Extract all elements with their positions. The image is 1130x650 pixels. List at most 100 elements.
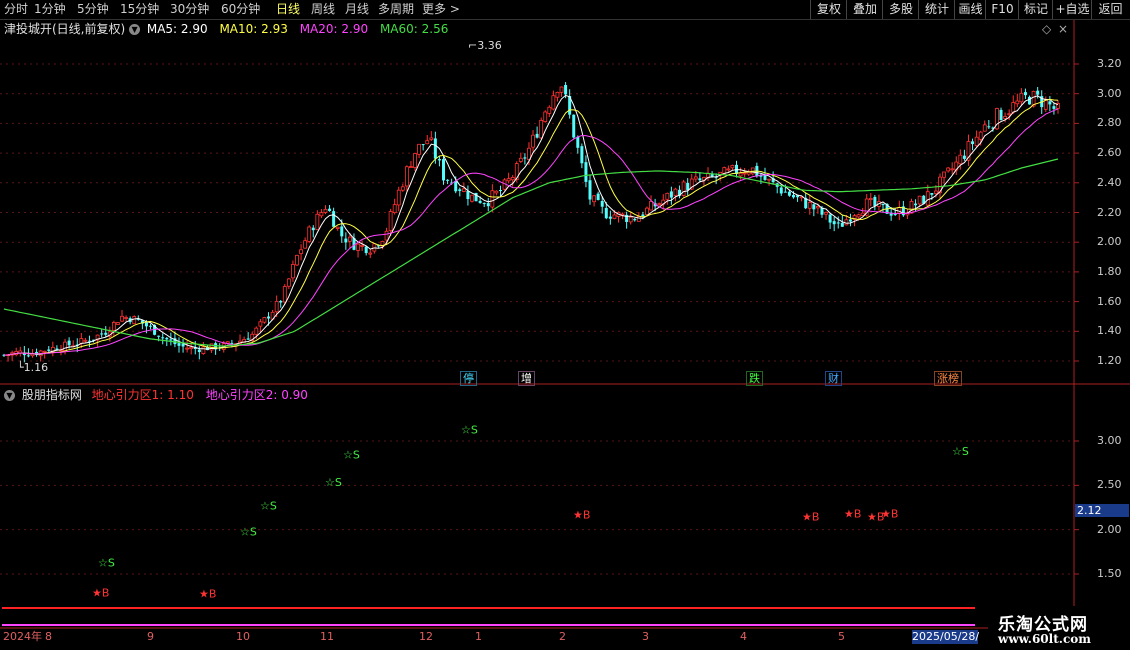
candle-body: [925, 191, 930, 206]
candle-body: [299, 249, 303, 254]
time-label-aug: 8: [45, 630, 52, 643]
event-tag-finance[interactable]: 财: [825, 371, 842, 386]
candle-body: [442, 159, 446, 181]
event-tag-drop[interactable]: 跌: [746, 371, 763, 386]
candle-body: [518, 157, 523, 162]
candle-body: [868, 198, 873, 200]
candle-body: [535, 133, 539, 138]
candle-body: [946, 167, 951, 172]
candle-body: [641, 214, 645, 217]
event-tag-stop[interactable]: 停: [460, 371, 477, 386]
time-label-mar: 3: [642, 630, 649, 643]
candle-body: [1048, 101, 1052, 105]
main-y-tick-label: 2.60: [1097, 146, 1122, 160]
time-label-oct: 10: [236, 630, 250, 643]
candle-body: [564, 85, 568, 95]
indicator-y-tick-label: 2.50: [1097, 478, 1122, 492]
candle-body: [482, 203, 486, 205]
candle-body: [987, 126, 991, 128]
candle-body: [42, 350, 47, 353]
sell-signal: ☆S: [260, 500, 277, 513]
candle-body: [161, 337, 165, 339]
candle-body: [828, 214, 832, 223]
candle-body: [1023, 92, 1027, 96]
candle-body: [396, 189, 401, 206]
candle-body: [328, 208, 332, 212]
time-label-dec: 12: [419, 630, 433, 643]
candle-body: [1043, 99, 1048, 110]
candle-body: [608, 216, 612, 219]
event-tag-increase[interactable]: 增: [518, 371, 535, 386]
candle-body: [1028, 96, 1032, 105]
time-label-2024: 2024年: [3, 630, 42, 643]
candle-body: [417, 143, 421, 155]
chart-canvas[interactable]: ☆S☆S☆S☆S☆S☆S☆S★B ★B★B ★B ★B ★B★B: [0, 0, 1130, 650]
candle-body: [572, 114, 576, 138]
candle-body: [340, 226, 344, 237]
candle-body: [657, 203, 662, 206]
candle-body: [157, 335, 161, 337]
main-grid: [0, 63, 1079, 362]
ma20-line: [3, 108, 1059, 356]
indicator-y-tick-label: 3.00: [1097, 434, 1122, 447]
candle-body: [942, 171, 946, 178]
candle-body: [974, 136, 979, 147]
candle-body: [197, 349, 201, 353]
time-label-sep: 9: [147, 630, 154, 643]
candle-body: [295, 254, 299, 266]
candle-body: [962, 155, 966, 159]
candle-body: [836, 222, 840, 224]
candle-body: [506, 178, 511, 182]
main-y-tick-label: 2.80: [1097, 116, 1122, 130]
candle-body: [67, 340, 71, 346]
brand-watermark: 乐淘公式网 www.60lt.com: [988, 606, 1130, 650]
candle-body: [254, 327, 259, 335]
time-label-apr: 4: [740, 630, 747, 643]
ma5-line: [3, 94, 1059, 356]
candle-body: [124, 317, 128, 319]
sell-signal: ☆S: [98, 556, 115, 569]
candle-body: [783, 191, 787, 193]
candle-body: [873, 196, 877, 207]
indicator-y-tick-label: 2.00: [1097, 522, 1122, 536]
candle-body: [840, 222, 844, 227]
sell-signal: ☆S: [240, 525, 257, 538]
low-marker: └: [17, 361, 24, 374]
candle-body: [83, 339, 88, 342]
candle-body: [860, 212, 865, 216]
candle-body: [730, 164, 735, 169]
candle-body: [494, 190, 499, 194]
candle-body: [478, 200, 482, 203]
candle-body: [588, 180, 592, 200]
candle-body: [812, 204, 816, 210]
high-price-label: ⌐3.36: [468, 39, 502, 52]
main-y-tick-label: 1.60: [1097, 294, 1122, 308]
sell-signal: ☆S: [461, 423, 478, 436]
candle-body: [466, 190, 470, 200]
candle-body: [104, 332, 108, 335]
candle-body: [446, 179, 450, 181]
buy-signal: ★B: [92, 587, 109, 600]
candle-body: [917, 195, 922, 205]
candle-body: [149, 325, 153, 327]
buy-signal: ★B: [844, 508, 861, 521]
candle-body: [348, 236, 352, 242]
candle-body: [421, 144, 425, 146]
candle-body: [649, 201, 653, 211]
candle-body: [698, 178, 702, 181]
candle-body: [364, 246, 368, 254]
candle-body: [742, 172, 747, 175]
candle-body: [1019, 92, 1024, 103]
candle-body: [360, 245, 365, 247]
time-label-nov: 11: [320, 630, 334, 643]
time-label-jan: 1: [475, 630, 482, 643]
candle-body: [1007, 113, 1012, 116]
candle-body: [523, 157, 527, 159]
candle-body: [461, 188, 466, 192]
ma10-line: [3, 98, 1059, 356]
candle-body: [612, 214, 617, 219]
candle-body: [543, 111, 548, 122]
event-tag-top-gainers[interactable]: 涨榜: [934, 371, 962, 386]
candle-body: [824, 212, 828, 215]
candle-body: [79, 338, 84, 344]
